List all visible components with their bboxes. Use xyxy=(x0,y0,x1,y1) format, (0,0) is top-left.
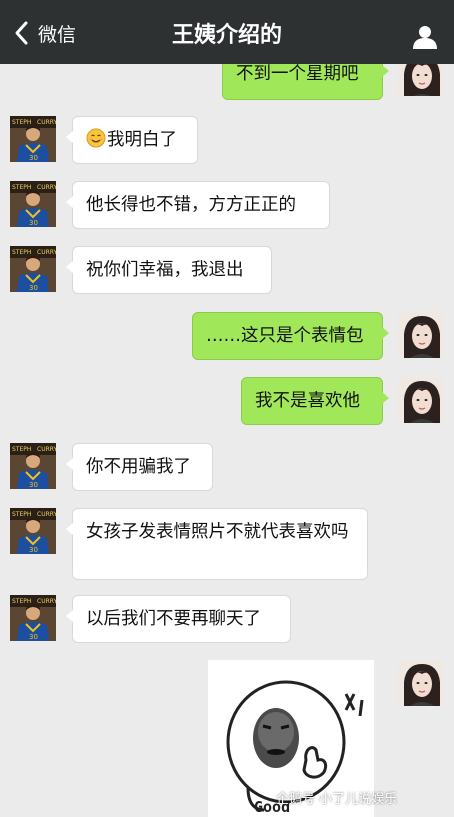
avatar-self[interactable] xyxy=(398,377,444,423)
message-bubble[interactable]: 我不是喜欢他 xyxy=(241,377,389,425)
svg-text:STEPH: STEPH xyxy=(12,119,31,126)
message-bubble[interactable]: 女孩子发表情照片不就代表喜欢吗 xyxy=(66,508,368,580)
svg-text:30: 30 xyxy=(29,154,38,162)
girl-avatar-icon xyxy=(398,312,444,358)
avatar-self[interactable] xyxy=(398,660,444,706)
svg-text:STEPH: STEPH xyxy=(12,249,31,256)
girl-avatar-icon xyxy=(398,377,444,423)
message-text: ……这只是个表情包 xyxy=(206,326,364,346)
avatar-self[interactable] xyxy=(398,64,444,96)
chat-title: 王姨介绍的 xyxy=(171,23,282,48)
svg-text:30: 30 xyxy=(29,284,38,292)
svg-text:STEPH: STEPH xyxy=(12,511,31,518)
watermark: 企鹅号 小了儿说娱乐 xyxy=(276,792,398,807)
svg-text:CURRY: CURRY xyxy=(37,249,56,256)
message-text: 女孩子发表情照片不就代表喜欢吗 xyxy=(86,522,349,542)
message-row: 不到一个星期吧 xyxy=(0,64,454,104)
svg-text:CURRY: CURRY xyxy=(37,184,56,191)
svg-text:CURRY: CURRY xyxy=(37,511,56,518)
svg-text:30: 30 xyxy=(29,481,38,489)
user-profile-icon[interactable] xyxy=(412,24,438,50)
message-row: STEPH CURRY 30 女孩子发表情照片不就代表喜欢吗 xyxy=(0,506,454,580)
chat-area[interactable]: 不到一个星期吧 STEPH CURRY 30 我明白了 STEPH CURRY … xyxy=(0,64,454,817)
svg-text:STEPH: STEPH xyxy=(12,184,31,191)
svg-text:30: 30 xyxy=(29,546,38,554)
avatar-contact[interactable]: STEPH CURRY 30 xyxy=(10,443,56,489)
top-bar: 微信 王姨介绍的 xyxy=(0,0,454,64)
svg-text:CURRY: CURRY xyxy=(37,119,56,126)
message-row: STEPH CURRY 30 你不用骗我了 xyxy=(0,441,454,491)
avatar-contact[interactable]: STEPH CURRY 30 xyxy=(10,595,56,641)
basketball-player-avatar-icon: STEPH CURRY 30 xyxy=(10,443,56,489)
message-text: 他长得也不错，方方正正的 xyxy=(86,195,296,215)
girl-avatar-icon xyxy=(398,64,444,96)
message-bubble[interactable]: 他长得也不错，方方正正的 xyxy=(66,181,330,229)
message-bubble[interactable]: 我明白了 xyxy=(66,116,198,164)
message-text: 我不是喜欢他 xyxy=(255,391,360,411)
svg-text:CURRY: CURRY xyxy=(37,598,56,605)
message-text: 你不用骗我了 xyxy=(86,457,191,477)
message-row: STEPH CURRY 30 祝你们幸福，我退出 xyxy=(0,244,454,294)
svg-text:CURRY: CURRY xyxy=(37,446,56,453)
girl-avatar-icon xyxy=(398,660,444,706)
avatar-contact[interactable]: STEPH CURRY 30 xyxy=(10,181,56,227)
svg-text:STEPH: STEPH xyxy=(12,598,31,605)
svg-text:30: 30 xyxy=(29,219,38,227)
avatar-contact[interactable]: STEPH CURRY 30 xyxy=(10,246,56,292)
message-text: 祝你们幸福，我退出 xyxy=(86,260,244,280)
smile-emoji-icon xyxy=(86,128,106,148)
message-bubble[interactable]: 以后我们不要再聊天了 xyxy=(66,595,291,643)
svg-text:30: 30 xyxy=(29,633,38,641)
message-row: 我不是喜欢他 xyxy=(0,376,454,426)
message-bubble[interactable]: ……这只是个表情包 xyxy=(192,312,389,360)
avatar-contact[interactable]: STEPH CURRY 30 xyxy=(10,116,56,162)
message-row: STEPH CURRY 30 我明白了 xyxy=(0,114,454,164)
basketball-player-avatar-icon: STEPH CURRY 30 xyxy=(10,116,56,162)
avatar-contact[interactable]: STEPH CURRY 30 xyxy=(10,508,56,554)
basketball-player-avatar-icon: STEPH CURRY 30 xyxy=(10,595,56,641)
message-row: ……这只是个表情包 xyxy=(0,310,454,360)
avatar-self[interactable] xyxy=(398,312,444,358)
svg-text:STEPH: STEPH xyxy=(12,446,31,453)
message-bubble[interactable]: 祝你们幸福，我退出 xyxy=(66,246,272,294)
message-row: STEPH CURRY 30 他长得也不错，方方正正的 xyxy=(0,179,454,229)
message-bubble[interactable]: 不到一个星期吧 xyxy=(222,64,389,100)
basketball-player-avatar-icon: STEPH CURRY 30 xyxy=(10,246,56,292)
message-bubble[interactable]: 你不用骗我了 xyxy=(66,443,213,491)
basketball-player-avatar-icon: STEPH CURRY 30 xyxy=(10,508,56,554)
message-text: 以后我们不要再聊天了 xyxy=(86,609,261,629)
basketball-player-avatar-icon: STEPH CURRY 30 xyxy=(10,181,56,227)
message-text: 不到一个星期吧 xyxy=(236,64,359,84)
message-row: STEPH CURRY 30 以后我们不要再聊天了 xyxy=(0,593,454,643)
message-text: 我明白了 xyxy=(107,130,177,150)
